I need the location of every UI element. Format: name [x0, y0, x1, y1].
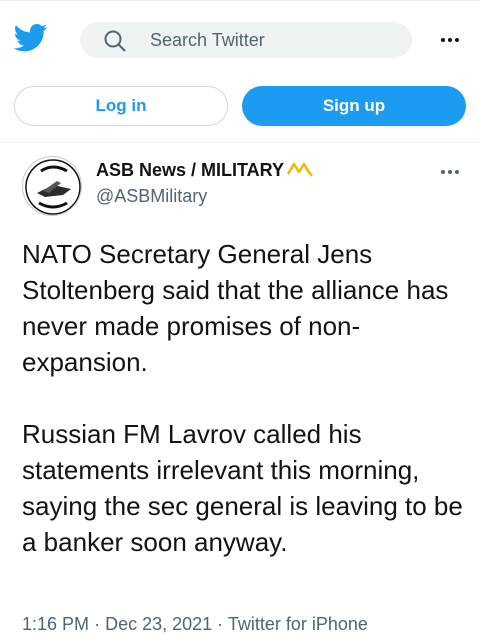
- auth-bar: Log in Sign up: [0, 86, 480, 126]
- author-handle[interactable]: @ASBMilitary: [96, 186, 207, 207]
- divider: [0, 142, 480, 143]
- author-name[interactable]: ASB News / MILITARY: [96, 160, 284, 181]
- meta-separator: ·: [217, 614, 224, 634]
- search-bar[interactable]: Search Twitter: [80, 22, 412, 58]
- meta-separator: ·: [94, 614, 101, 634]
- tweet-source[interactable]: Twitter for iPhone: [228, 614, 368, 634]
- search-icon: [104, 30, 126, 52]
- more-dots-icon[interactable]: [438, 28, 462, 52]
- header: Search Twitter: [0, 8, 480, 70]
- twitter-bird-icon[interactable]: [13, 24, 48, 52]
- top-border: [0, 0, 480, 1]
- login-button[interactable]: Log in: [14, 86, 228, 126]
- tweet-meta: 1:16 PM · Dec 23, 2021 · Twitter for iPh…: [22, 614, 368, 635]
- tweet-more-dots-icon[interactable]: [438, 160, 462, 184]
- avatar[interactable]: [22, 156, 82, 216]
- tweet-time[interactable]: 1:16 PM: [22, 614, 89, 634]
- tweet-text: NATO Secretary General Jens Stoltenberg …: [22, 236, 472, 560]
- tweet-paragraph: NATO Secretary General Jens Stoltenberg …: [22, 239, 449, 377]
- search-input[interactable]: Search Twitter: [150, 30, 265, 51]
- signup-button[interactable]: Sign up: [242, 86, 466, 126]
- tweet-paragraph: Russian FM Lavrov called his statements …: [22, 419, 463, 557]
- brand-mark-icon: [286, 160, 316, 178]
- tweet-date[interactable]: Dec 23, 2021: [105, 614, 212, 634]
